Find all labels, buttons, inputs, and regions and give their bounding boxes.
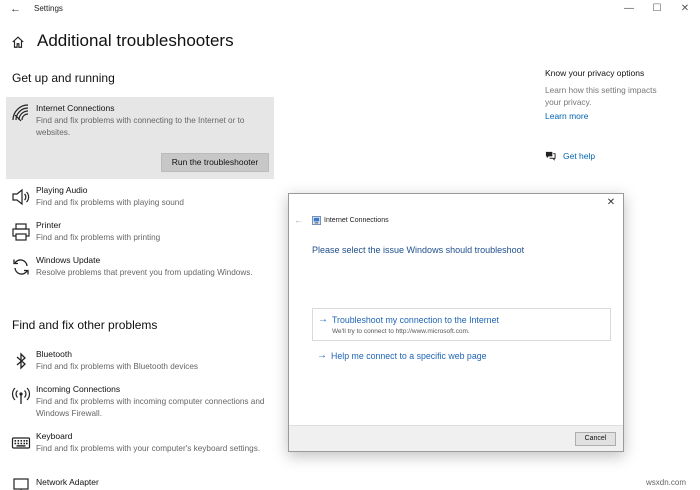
close-button[interactable]: ✕: [676, 2, 694, 16]
help-chat-icon: [545, 151, 556, 161]
troubleshooter-incoming-connections[interactable]: Incoming Connections Find and fix proble…: [6, 384, 274, 422]
keyboard-icon: [11, 437, 31, 449]
arrow-right-icon: →: [317, 350, 327, 361]
cancel-button[interactable]: Cancel: [575, 432, 616, 446]
troubleshooter-printer[interactable]: Printer Find and fix problems with print…: [6, 220, 274, 248]
privacy-desc: Learn how this setting impacts your priv…: [545, 85, 657, 107]
run-troubleshooter-button[interactable]: Run the troubleshooter: [161, 153, 269, 172]
item-name: Printer: [36, 220, 62, 230]
troubleshooter-network-adapter[interactable]: Network Adapter: [6, 477, 274, 490]
refresh-icon: [13, 259, 29, 275]
dialog-heading: Please select the issue Windows should t…: [312, 245, 525, 255]
option-connect-web-page[interactable]: → Help me connect to a specific web page: [312, 345, 611, 365]
back-button[interactable]: ←: [10, 3, 21, 15]
dialog-close-icon[interactable]: ✕: [605, 197, 617, 209]
learn-more-link[interactable]: Learn more: [545, 111, 588, 121]
item-name: Internet Connections: [36, 103, 115, 113]
item-name: Incoming Connections: [36, 384, 121, 394]
get-help-link[interactable]: Get help: [563, 151, 595, 161]
maximize-button[interactable]: ☐: [648, 2, 666, 16]
page-title: Additional troubleshooters: [37, 31, 234, 50]
option-label: Help me connect to a specific web page: [331, 351, 487, 361]
speaker-icon: [12, 188, 30, 206]
item-name: Bluetooth: [36, 349, 72, 359]
network-adapter-icon: [13, 478, 29, 490]
section-get-up-running: Get up and running: [12, 71, 115, 85]
arrow-right-icon: →: [318, 314, 328, 325]
troubleshooter-app-icon: [312, 216, 321, 225]
item-desc: Find and fix problems with playing sound: [36, 198, 184, 207]
item-desc: Find and fix problems with your computer…: [36, 444, 261, 453]
item-desc: Find and fix problems with incoming comp…: [36, 397, 265, 418]
troubleshooter-playing-audio[interactable]: Playing Audio Find and fix problems with…: [6, 185, 274, 213]
printer-icon: [12, 223, 30, 241]
title-bar: ← Settings — ☐ ✕: [0, 0, 700, 18]
antenna-icon: [11, 387, 31, 404]
item-name: Windows Update: [36, 255, 101, 265]
dialog-title: Internet Connections: [324, 217, 389, 224]
privacy-title: Know your privacy options: [545, 68, 645, 78]
wifi-icon: [12, 104, 29, 122]
option-troubleshoot-internet[interactable]: → Troubleshoot my connection to the Inte…: [312, 308, 611, 341]
item-desc: Find and fix problems with connecting to…: [36, 116, 245, 137]
window-title: Settings: [34, 4, 63, 13]
item-name: Keyboard: [36, 431, 73, 441]
troubleshooter-windows-update[interactable]: Windows Update Resolve problems that pre…: [6, 255, 274, 293]
troubleshooter-internet-connections[interactable]: Internet Connections Find and fix proble…: [6, 97, 274, 179]
item-desc: Resolve problems that prevent you from u…: [36, 268, 253, 277]
item-desc: Find and fix problems with printing: [36, 233, 161, 242]
troubleshooter-keyboard[interactable]: Keyboard Find and fix problems with your…: [6, 431, 274, 469]
option-sub: We'll try to connect to http://www.micro…: [332, 328, 470, 335]
home-icon[interactable]: [11, 35, 25, 49]
troubleshooter-bluetooth[interactable]: Bluetooth Find and fix problems with Blu…: [6, 349, 274, 377]
watermark: wsxdn.com: [646, 478, 687, 487]
minimize-button[interactable]: —: [620, 2, 638, 16]
bluetooth-icon: [16, 352, 26, 370]
option-label: Troubleshoot my connection to the Intern…: [332, 315, 499, 325]
dialog-footer: Cancel: [289, 425, 623, 451]
section-find-fix-other: Find and fix other problems: [12, 318, 158, 332]
item-desc: Find and fix problems with Bluetooth dev…: [36, 362, 199, 371]
internet-connections-dialog: ✕ ← Internet Connections Please select t…: [288, 193, 624, 452]
dialog-back-button[interactable]: ←: [294, 215, 303, 225]
item-name: Network Adapter: [36, 477, 99, 487]
item-name: Playing Audio: [36, 185, 88, 195]
